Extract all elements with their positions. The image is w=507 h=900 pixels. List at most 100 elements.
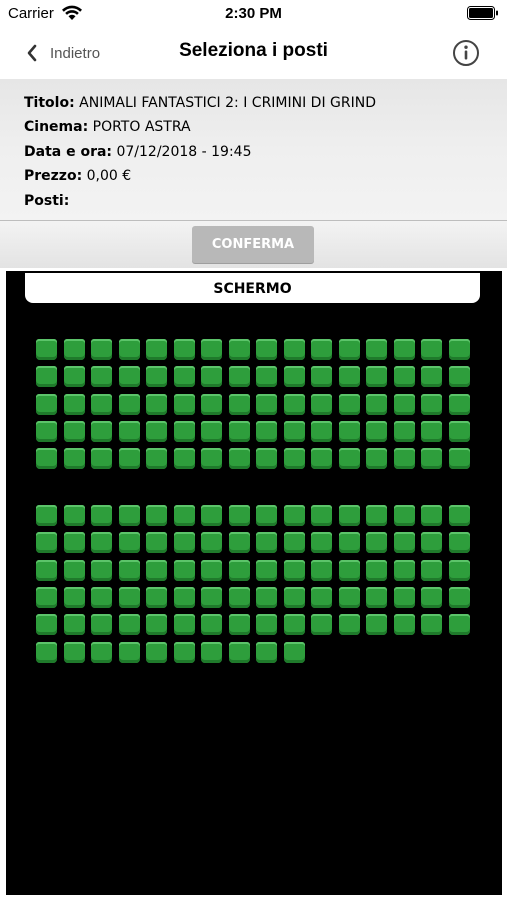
seat[interactable] <box>256 505 277 526</box>
seat[interactable] <box>256 420 277 442</box>
seat[interactable] <box>91 505 112 526</box>
seat[interactable] <box>36 393 57 415</box>
seat[interactable] <box>228 532 250 554</box>
seat[interactable] <box>118 614 140 636</box>
seat[interactable] <box>36 366 57 388</box>
seat[interactable] <box>63 641 85 663</box>
seat[interactable] <box>283 505 305 526</box>
seat[interactable] <box>366 559 387 581</box>
seat[interactable] <box>448 339 470 360</box>
seat[interactable] <box>311 339 332 360</box>
seat[interactable] <box>63 366 85 388</box>
seat[interactable] <box>393 614 415 636</box>
seat[interactable] <box>311 420 332 442</box>
seat[interactable] <box>421 532 442 554</box>
seat[interactable] <box>283 420 305 442</box>
seat[interactable] <box>366 420 387 442</box>
seat[interactable] <box>366 393 387 415</box>
seat[interactable] <box>283 448 305 470</box>
seat[interactable] <box>173 339 195 360</box>
seat[interactable] <box>448 420 470 442</box>
seat[interactable] <box>311 559 332 581</box>
seat[interactable] <box>118 505 140 526</box>
seat[interactable] <box>366 448 387 470</box>
seat[interactable] <box>311 532 332 554</box>
seat[interactable] <box>118 393 140 415</box>
seat[interactable] <box>393 532 415 554</box>
seat[interactable] <box>201 505 222 526</box>
seat[interactable] <box>118 532 140 554</box>
seat[interactable] <box>91 532 112 554</box>
seat[interactable] <box>338 586 360 608</box>
seat[interactable] <box>228 586 250 608</box>
seat[interactable] <box>421 614 442 636</box>
seat[interactable] <box>311 614 332 636</box>
seat[interactable] <box>91 614 112 636</box>
seat[interactable] <box>256 614 277 636</box>
seat[interactable] <box>338 448 360 470</box>
seat[interactable] <box>256 366 277 388</box>
seat[interactable] <box>201 614 222 636</box>
seat[interactable] <box>421 420 442 442</box>
seat[interactable] <box>173 641 195 663</box>
seat[interactable] <box>201 366 222 388</box>
seat[interactable] <box>91 559 112 581</box>
seat[interactable] <box>338 614 360 636</box>
seat[interactable] <box>201 393 222 415</box>
seat[interactable] <box>393 339 415 360</box>
seat[interactable] <box>311 448 332 470</box>
seat[interactable] <box>448 393 470 415</box>
seat[interactable] <box>201 532 222 554</box>
seat[interactable] <box>393 586 415 608</box>
seat[interactable] <box>91 641 112 663</box>
seat[interactable] <box>283 339 305 360</box>
seat[interactable] <box>36 339 57 360</box>
seat[interactable] <box>146 448 167 470</box>
seat[interactable] <box>338 420 360 442</box>
seat[interactable] <box>91 420 112 442</box>
seat[interactable] <box>393 420 415 442</box>
seat[interactable] <box>63 614 85 636</box>
seat[interactable] <box>283 641 305 663</box>
seat[interactable] <box>448 532 470 554</box>
seat[interactable] <box>256 448 277 470</box>
seat[interactable] <box>146 420 167 442</box>
seat[interactable] <box>448 505 470 526</box>
seat[interactable] <box>36 586 57 608</box>
seat[interactable] <box>228 393 250 415</box>
seat[interactable] <box>173 420 195 442</box>
seat[interactable] <box>228 448 250 470</box>
seat[interactable] <box>393 559 415 581</box>
seat[interactable] <box>366 614 387 636</box>
seat[interactable] <box>366 339 387 360</box>
seat[interactable] <box>283 559 305 581</box>
seat[interactable] <box>366 586 387 608</box>
seat[interactable] <box>256 532 277 554</box>
seat[interactable] <box>146 532 167 554</box>
seat[interactable] <box>366 366 387 388</box>
seat[interactable] <box>36 559 57 581</box>
seat[interactable] <box>448 366 470 388</box>
seat[interactable] <box>146 614 167 636</box>
seat[interactable] <box>283 532 305 554</box>
seat[interactable] <box>118 339 140 360</box>
seat[interactable] <box>311 586 332 608</box>
seat[interactable] <box>256 393 277 415</box>
seat[interactable] <box>201 420 222 442</box>
seat[interactable] <box>256 586 277 608</box>
seat[interactable] <box>448 448 470 470</box>
seat[interactable] <box>448 614 470 636</box>
seat[interactable] <box>283 586 305 608</box>
seat[interactable] <box>256 641 277 663</box>
seat[interactable] <box>201 586 222 608</box>
seat[interactable] <box>283 614 305 636</box>
seat[interactable] <box>338 393 360 415</box>
seat[interactable] <box>421 505 442 526</box>
seat[interactable] <box>228 559 250 581</box>
seat[interactable] <box>91 366 112 388</box>
seat[interactable] <box>228 505 250 526</box>
seat[interactable] <box>118 448 140 470</box>
seat[interactable] <box>283 366 305 388</box>
seat[interactable] <box>63 559 85 581</box>
seat[interactable] <box>63 505 85 526</box>
